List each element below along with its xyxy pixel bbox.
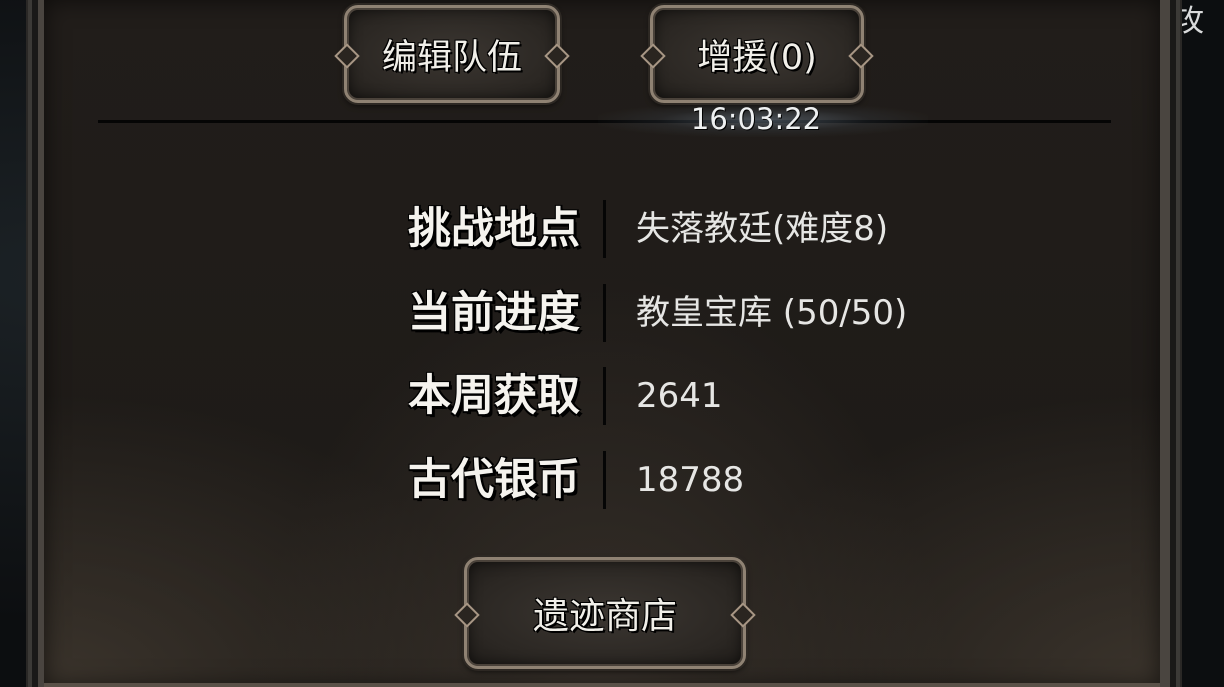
countdown-timer: 16:03:22 — [690, 102, 822, 136]
location-label: 挑战地点 — [408, 204, 580, 254]
info-row-coins: 古代银币 18788 — [380, 450, 980, 509]
relic-shop-label: 遗迹商店 — [532, 596, 677, 637]
location-value: 失落教廷(难度8) — [636, 209, 889, 249]
row-separator — [603, 367, 606, 425]
coins-value: 18788 — [636, 459, 745, 500]
game-screen: 攻 编辑队伍 增援(0) 16:03:22 挑战地点 失落教廷(难度8) 当前进… — [0, 0, 1224, 687]
relic-shop-button[interactable]: 遗迹商店 — [464, 557, 746, 669]
progress-value: 教皇宝库 (50/50) — [636, 292, 908, 333]
info-list: 挑战地点 失落教廷(难度8) 当前进度 教皇宝库 (50/50) 本周获取 26… — [380, 200, 980, 534]
reinforce-button[interactable]: 增援(0) — [650, 5, 864, 103]
progress-label: 当前进度 — [408, 287, 580, 338]
info-row-weekly: 本周获取 2641 — [380, 367, 980, 425]
reinforce-label: 增援(0) — [697, 37, 817, 78]
row-separator — [603, 200, 606, 258]
weekly-label: 本周获取 — [408, 371, 580, 421]
edit-team-button[interactable]: 编辑队伍 — [344, 5, 560, 103]
row-separator — [603, 450, 606, 509]
info-row-progress: 当前进度 教皇宝库 (50/50) — [380, 283, 980, 342]
backdrop-edge-text: 攻 — [1174, 4, 1204, 39]
edit-team-label: 编辑队伍 — [381, 37, 522, 78]
weekly-value: 2641 — [636, 376, 723, 416]
coins-label: 古代银币 — [408, 454, 580, 505]
info-row-location: 挑战地点 失落教廷(难度8) — [380, 200, 980, 258]
row-separator — [603, 283, 606, 342]
